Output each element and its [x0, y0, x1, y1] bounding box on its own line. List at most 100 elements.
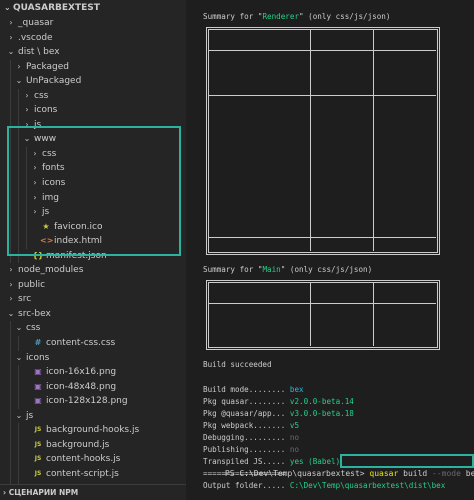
build-info-value: bex [289, 385, 304, 394]
chevron-right-icon[interactable]: › [6, 31, 16, 46]
tree-file[interactable]: ▣ icon-48x48.png [0, 379, 186, 395]
tree-item-label: icons [34, 105, 58, 116]
tree-folder[interactable]: › _quasar [0, 16, 186, 31]
tree-file[interactable]: JS content-hooks.js [0, 452, 186, 467]
tree-folder[interactable]: › .vscode [0, 31, 186, 46]
tree-folder[interactable]: › icons [0, 176, 186, 191]
chevron-right-icon[interactable]: › [30, 205, 40, 220]
tree-item-label: css [42, 148, 57, 159]
prompt-path: PS C:\Dev\Temp\quasarbextest> [224, 469, 370, 478]
output-folder: C:\Dev\Temp\quasarbextest\dist\bex [289, 481, 446, 490]
tree-file[interactable]: <> index.html [0, 234, 186, 249]
terminal-line: Pkg webpack....... v5 [203, 420, 299, 432]
build-info-label: Pkg webpack....... [203, 421, 286, 430]
indent-guide [10, 379, 11, 395]
table-divider [208, 50, 436, 51]
terminal-panel[interactable]: Summary for "Renderer" (only css/js/json… [186, 0, 474, 500]
tree-folder[interactable]: › js [0, 117, 186, 133]
tree-folder[interactable]: ⌄ js [0, 408, 186, 424]
build-info-label: Pkg @quasar/app... [203, 409, 286, 418]
tree-file[interactable]: JS background.js [0, 437, 186, 453]
tree-file[interactable]: # content-css.css [0, 336, 186, 351]
chevron-right-icon[interactable]: › [22, 118, 32, 133]
prompt-arg-mode: bex [465, 469, 474, 478]
js-file-icon: JS [34, 426, 42, 434]
indent-guide [10, 74, 11, 89]
npm-scripts-panel[interactable]: › СЦЕНАРИИ NPM [0, 484, 186, 500]
tree-folder[interactable]: ⌄ src-bex [0, 307, 186, 322]
indent-guide [18, 452, 19, 467]
terminal-line: Build mode........ bex [203, 384, 304, 396]
chevron-down-icon[interactable]: ⌄ [22, 132, 32, 147]
tree-folder[interactable]: › node_modules [0, 263, 186, 278]
tree-folder[interactable]: › public [0, 278, 186, 293]
chevron-down-icon[interactable]: ⌄ [14, 321, 24, 336]
explorer-title[interactable]: ⌄ QUASARBEXTEST [0, 0, 186, 16]
chevron-right-icon[interactable]: › [22, 103, 32, 118]
build-info-label: Publishing........ [203, 445, 286, 454]
tree-item-label: js [42, 207, 50, 218]
chevron-right-icon[interactable]: › [6, 263, 16, 278]
chevron-right-icon[interactable]: › [30, 176, 40, 191]
tree-folder[interactable]: ⌄ dist \ bex [0, 45, 186, 60]
chevron-down-icon[interactable]: ⌄ [14, 74, 24, 89]
terminal-line: Publishing........ no [203, 444, 299, 456]
tree-item-label: _quasar [18, 18, 54, 28]
tree-folder[interactable]: › js [0, 205, 186, 220]
indent-guide [18, 103, 19, 118]
build-status: Build succeeded [203, 360, 272, 369]
chevron-right-icon[interactable]: › [6, 278, 16, 293]
tree-folder[interactable]: ⌄ www [0, 132, 186, 147]
indent-guide [18, 117, 19, 133]
tree-file[interactable]: ▣ icon-16x16.png [0, 365, 186, 380]
tree-folder[interactable]: › fonts [0, 161, 186, 177]
tree-item-label: UnPackaged [26, 76, 82, 87]
tree-file[interactable]: ★ favicon.ico [0, 219, 186, 235]
chevron-right-icon[interactable]: › [6, 292, 16, 307]
tree-item-label: js [26, 410, 34, 421]
tree-item-label: background-hooks.js [46, 425, 140, 436]
chevron-down-icon[interactable]: ⌄ [4, 0, 13, 16]
indent-guide [26, 190, 27, 206]
tree-file[interactable]: JS background-hooks.js [0, 423, 186, 438]
output-label: Output folder..... [203, 481, 286, 490]
indent-guide [10, 394, 11, 409]
tree-folder[interactable]: › img [0, 190, 186, 206]
indent-guide [18, 336, 19, 351]
tree-folder[interactable]: ⌄ icons [0, 350, 186, 366]
indent-guide [10, 350, 11, 366]
tree-item-label: public [18, 279, 46, 290]
tree-folder[interactable]: › css [0, 146, 186, 162]
indent-guide [10, 161, 11, 177]
chevron-right-icon[interactable]: › [30, 147, 40, 162]
tree-item-label: img [42, 192, 59, 203]
chevron-right-icon[interactable]: › [22, 89, 32, 104]
tree-folder[interactable]: ⌄ UnPackaged [0, 74, 186, 89]
indent-guide [26, 161, 27, 177]
tree-file[interactable]: JS content-script.js [0, 466, 186, 482]
chevron-right-icon[interactable]: › [14, 60, 24, 75]
build-info-value: no [289, 445, 300, 454]
chevron-right-icon[interactable]: › [30, 161, 40, 176]
chevron-down-icon[interactable]: ⌄ [14, 409, 24, 424]
tree-folder[interactable]: ⌄ css [0, 321, 186, 337]
build-info-value: v2.0.0-beta.14 [289, 397, 354, 406]
chevron-right-icon[interactable]: › [30, 191, 40, 206]
tree-file[interactable]: {} manifest.json [0, 248, 186, 264]
chevron-down-icon[interactable]: ⌄ [6, 307, 16, 322]
table-column-divider [373, 29, 374, 251]
chevron-right-icon[interactable]: › [6, 16, 16, 31]
tree-folder[interactable]: › css [0, 88, 186, 104]
tree-item-label: .vscode [18, 32, 53, 43]
indent-guide [10, 248, 11, 264]
tree-folder[interactable]: › src [0, 292, 186, 307]
npm-scripts-label: СЦЕНАРИИ NPM [8, 488, 79, 497]
tree-folder[interactable]: › Packaged [0, 59, 186, 75]
indent-guide [26, 234, 27, 249]
indent-guide [10, 146, 11, 162]
chevron-down-icon[interactable]: ⌄ [6, 45, 16, 60]
indent-guide [18, 437, 19, 453]
tree-file[interactable]: ▣ icon-128x128.png [0, 394, 186, 409]
chevron-down-icon[interactable]: ⌄ [14, 351, 24, 366]
tree-folder[interactable]: › icons [0, 103, 186, 118]
